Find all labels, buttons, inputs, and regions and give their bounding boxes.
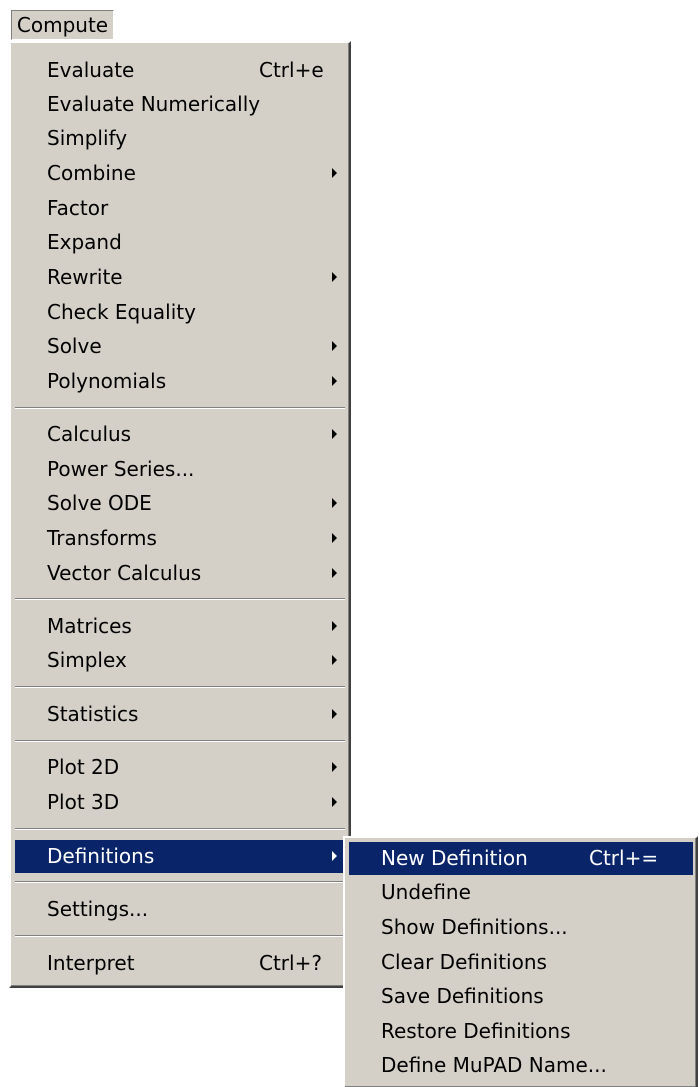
menu-item-label: Clear Definitions <box>381 950 547 974</box>
menu-item-transforms[interactable]: Transforms <box>15 522 345 555</box>
menu-item-power-series[interactable]: Power Series... <box>15 453 345 486</box>
menu-separator <box>15 828 345 830</box>
menu-separator <box>15 935 345 937</box>
menu-item-label: Simplify <box>47 126 128 150</box>
menu-item-shortcut: Ctrl+= <box>589 846 659 870</box>
menu-item-expand[interactable]: Expand <box>15 226 345 259</box>
menu-item-label: Calculus <box>47 422 132 446</box>
submenu-arrow-icon <box>332 272 337 282</box>
submenu-arrow-icon <box>332 533 337 543</box>
menu-item-label: Save Definitions <box>381 984 544 1008</box>
menu-item-simplex[interactable]: Simplex <box>15 644 345 677</box>
menu-separator <box>15 407 345 409</box>
menu-item-label: Evaluate <box>47 58 135 82</box>
menu-item-label: Power Series... <box>47 457 195 481</box>
submenu-arrow-icon <box>332 762 337 772</box>
menu-item-label: Vector Calculus <box>47 561 202 585</box>
menu-item-label: Define MuPAD Name... <box>381 1053 607 1077</box>
menu-item-label: Settings... <box>47 897 149 921</box>
menu-separator <box>15 740 345 742</box>
submenu-arrow-icon <box>332 498 337 508</box>
submenu-arrow-icon <box>332 568 337 578</box>
menu-item-label: Restore Definitions <box>381 1019 571 1043</box>
menu-item-statistics[interactable]: Statistics <box>15 698 345 731</box>
menu-item-label: Combine <box>47 161 136 185</box>
submenu-item-new-definition[interactable]: New Definition Ctrl+= <box>349 842 693 875</box>
menu-item-settings[interactable]: Settings... <box>15 893 345 926</box>
menu-item-vector-calculus[interactable]: Vector Calculus <box>15 557 345 590</box>
submenu-arrow-icon <box>332 797 337 807</box>
menu-item-polynomials[interactable]: Polynomials <box>15 365 345 398</box>
menu-item-label: Check Equality <box>47 300 196 324</box>
menu-item-label: Statistics <box>47 702 139 726</box>
menu-item-label: New Definition <box>381 846 528 870</box>
menu-item-label: Transforms <box>47 526 157 550</box>
menu-item-label: Undefine <box>381 880 471 904</box>
submenu-item-show-definitions[interactable]: Show Definitions... <box>349 911 693 944</box>
compute-menu: Evaluate Ctrl+e Evaluate Numerically Sim… <box>9 41 351 988</box>
menu-separator <box>15 598 345 600</box>
menu-item-label: Evaluate Numerically <box>47 92 261 116</box>
menu-item-label: Interpret <box>47 951 135 975</box>
menu-item-calculus[interactable]: Calculus <box>15 418 345 451</box>
menu-item-check-equality[interactable]: Check Equality <box>15 296 345 329</box>
menu-item-simplify[interactable]: Simplify <box>15 122 345 155</box>
menu-item-label: Definitions <box>47 844 155 868</box>
menu-item-label: Expand <box>47 230 122 254</box>
menu-item-rewrite[interactable]: Rewrite <box>15 261 345 294</box>
menu-item-plot-2d[interactable]: Plot 2D <box>15 751 345 784</box>
submenu-item-clear-definitions[interactable]: Clear Definitions <box>349 946 693 979</box>
submenu-arrow-icon <box>332 709 337 719</box>
menu-item-label: Solve ODE <box>47 491 152 515</box>
menu-item-solve[interactable]: Solve <box>15 330 345 363</box>
menu-item-combine[interactable]: Combine <box>15 157 345 190</box>
submenu-arrow-icon <box>332 655 337 665</box>
menu-item-interpret[interactable]: Interpret Ctrl+? <box>15 947 345 980</box>
submenu-arrow-icon <box>332 376 337 386</box>
menu-item-label: Factor <box>47 196 109 220</box>
menu-item-plot-3d[interactable]: Plot 3D <box>15 786 345 819</box>
submenu-arrow-icon <box>332 621 337 631</box>
menu-separator <box>15 686 345 688</box>
menu-item-solve-ode[interactable]: Solve ODE <box>15 487 345 520</box>
submenu-item-undefine[interactable]: Undefine <box>349 876 693 909</box>
submenu-item-define-mupad-name[interactable]: Define MuPAD Name... <box>349 1049 693 1082</box>
menu-item-label: Plot 2D <box>47 755 120 779</box>
menu-item-evaluate[interactable]: Evaluate Ctrl+e <box>15 54 345 87</box>
menu-compute-label: Compute <box>16 13 109 37</box>
menu-compute[interactable]: Compute <box>11 10 114 40</box>
menu-item-label: Show Definitions... <box>381 915 568 939</box>
submenu-arrow-icon <box>332 429 337 439</box>
submenu-item-restore-definitions[interactable]: Restore Definitions <box>349 1015 693 1048</box>
menu-item-evaluate-numerically[interactable]: Evaluate Numerically <box>15 88 345 121</box>
menu-item-label: Rewrite <box>47 265 123 289</box>
submenu-arrow-icon <box>332 341 337 351</box>
menu-item-matrices[interactable]: Matrices <box>15 610 345 643</box>
menu-item-label: Polynomials <box>47 369 167 393</box>
definitions-submenu: New Definition Ctrl+= Undefine Show Defi… <box>343 836 698 1087</box>
menu-item-shortcut: Ctrl+? <box>259 951 322 975</box>
submenu-arrow-icon <box>332 851 337 861</box>
menu-item-factor[interactable]: Factor <box>15 192 345 225</box>
menu-item-shortcut: Ctrl+e <box>259 58 324 82</box>
menu-item-definitions[interactable]: Definitions <box>15 840 345 873</box>
submenu-arrow-icon <box>332 168 337 178</box>
menu-item-label: Plot 3D <box>47 790 120 814</box>
menu-item-label: Simplex <box>47 648 127 672</box>
menu-item-label: Matrices <box>47 614 132 638</box>
menu-item-label: Solve <box>47 334 102 358</box>
menu-separator <box>15 881 345 883</box>
submenu-item-save-definitions[interactable]: Save Definitions <box>349 980 693 1013</box>
